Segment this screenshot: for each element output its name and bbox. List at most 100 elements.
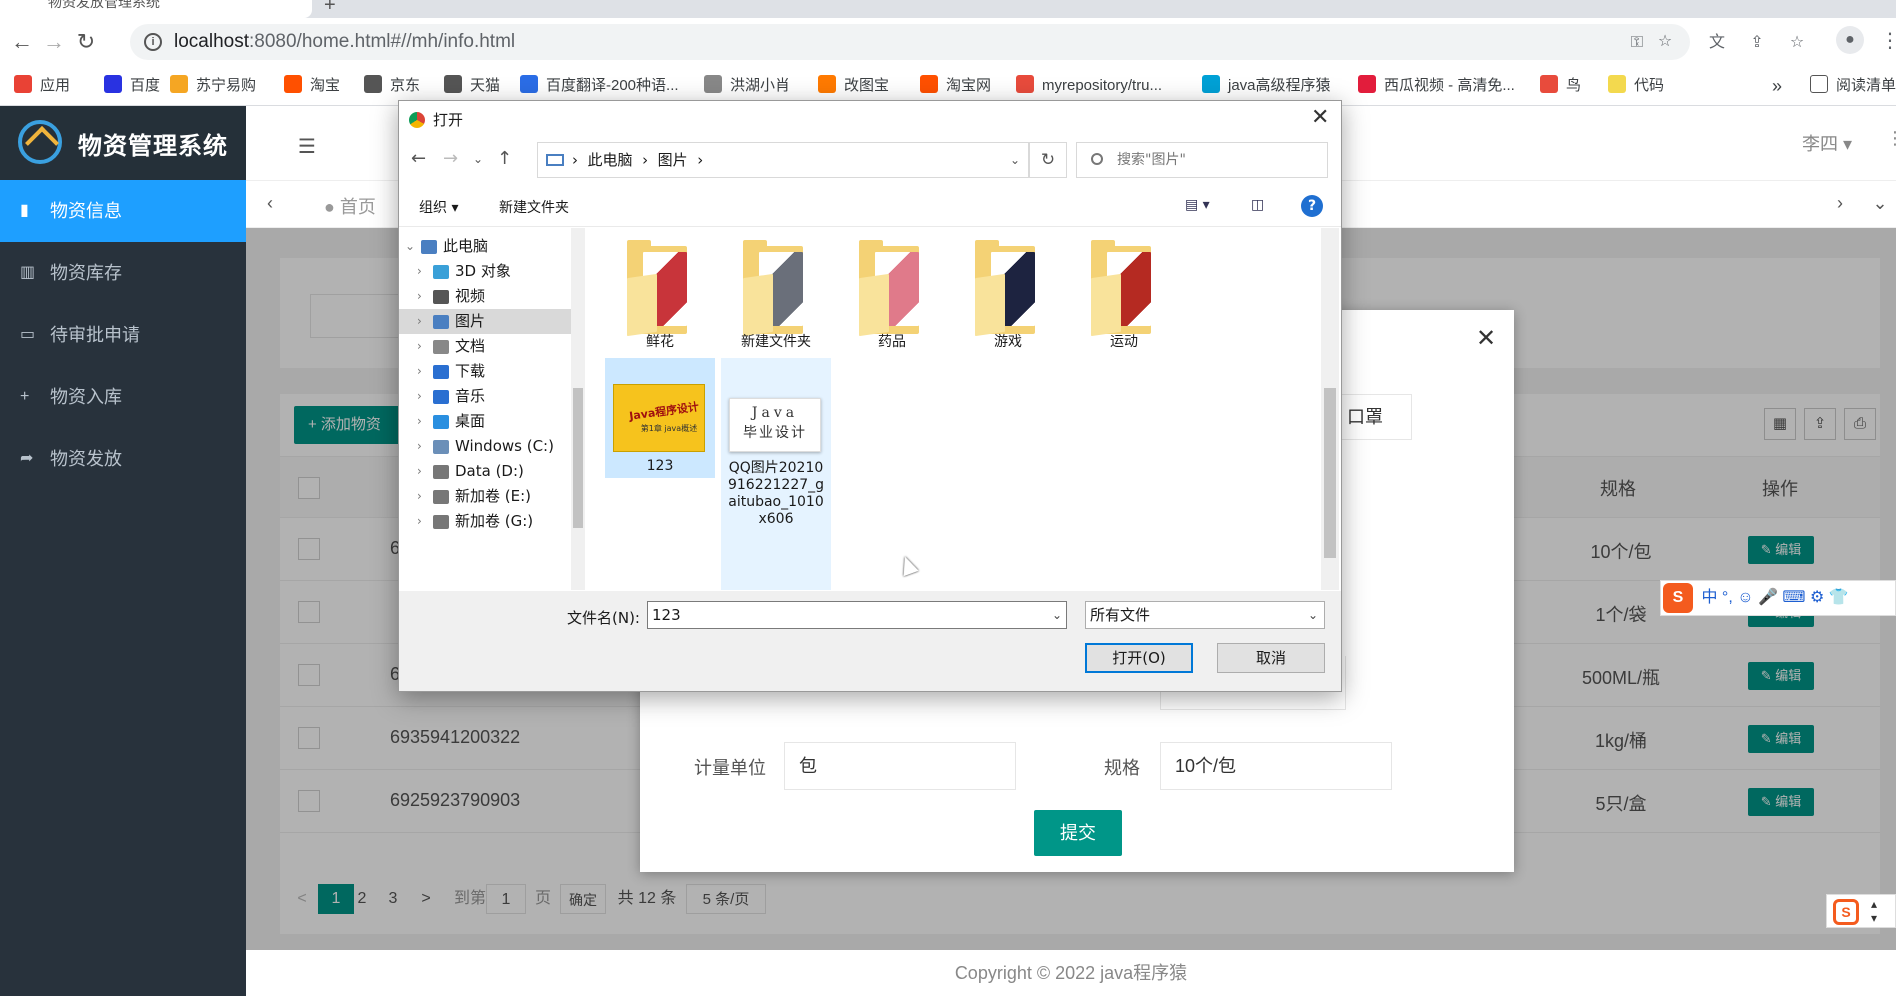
dialog-forward-icon[interactable]: →	[443, 148, 458, 169]
folder-item[interactable]: 运动	[1069, 228, 1179, 356]
translate-icon[interactable]: 文	[1706, 32, 1728, 54]
bookmark-14[interactable]: 代码	[1608, 66, 1664, 106]
tree-item-9[interactable]: › Data (D:)	[399, 459, 571, 484]
tree-expand-icon[interactable]: ›	[417, 334, 422, 359]
tree-expand-icon[interactable]: ›	[417, 484, 422, 509]
filename-dropdown-icon[interactable]: ⌄	[1052, 602, 1062, 628]
dialog-close-icon[interactable]: ✕	[1311, 105, 1329, 130]
ime-emoji-icon[interactable]: ☺	[1737, 589, 1753, 606]
nav-scrollbar[interactable]	[571, 228, 585, 590]
tree-expand-icon[interactable]: ›	[417, 259, 422, 284]
nav-scroll-thumb[interactable]	[573, 388, 583, 528]
forward-icon[interactable]: →	[40, 28, 68, 56]
url-field[interactable]: i localhost:8080/home.html#//mh/info.htm…	[130, 24, 1690, 60]
new-folder-button[interactable]: 新建文件夹	[499, 197, 569, 217]
share-page-icon[interactable]: ⇪	[1746, 32, 1768, 54]
info-icon[interactable]: i	[144, 33, 162, 51]
sidebar-item-1[interactable]: ▥ 物资库存	[0, 242, 246, 304]
folder-item[interactable]: 鲜花	[605, 228, 715, 356]
tabs-prev-icon[interactable]: ‹	[258, 193, 282, 214]
tree-item-4[interactable]: › 文档	[399, 334, 571, 359]
tree-expand-icon[interactable]: ›	[417, 284, 422, 309]
tree-expand-icon[interactable]: ›	[417, 409, 422, 434]
browser-menu-icon[interactable]: ⋮	[1880, 28, 1896, 53]
up-folder-icon[interactable]: ↑	[497, 148, 512, 169]
header-more-icon[interactable]: ⋮	[1886, 128, 1896, 149]
bookmarks-more-icon[interactable]: »	[1772, 66, 1782, 106]
sidebar-item-2[interactable]: ▭ 待审批申请	[0, 304, 246, 366]
file-scrollbar[interactable]	[1321, 228, 1339, 590]
file-scroll-thumb[interactable]	[1324, 388, 1336, 558]
bookmark-1[interactable]: 百度	[104, 66, 160, 106]
sidebar-item-0[interactable]: ▮ 物资信息	[0, 180, 246, 242]
bookmark-12[interactable]: 西瓜视频 - 高清免...	[1358, 66, 1515, 106]
folder-item[interactable]: 药品	[837, 228, 947, 356]
bookmark-3[interactable]: 淘宝	[284, 66, 340, 106]
tree-item-7[interactable]: › 桌面	[399, 409, 571, 434]
tabs-next-icon[interactable]: ›	[1828, 193, 1852, 214]
ime-extra-icon[interactable]: ⚙ 👕	[1810, 589, 1849, 606]
breadcrumb-pc[interactable]: 此电脑	[588, 151, 633, 169]
image-item-qq[interactable]: Java 毕业设计 QQ图片20210916221227_gaitubao_1010…	[721, 358, 831, 590]
sogou-tray-icon[interactable]: S	[1833, 899, 1859, 925]
bookmark-2[interactable]: 苏宁易购	[170, 66, 256, 106]
modal-close-icon[interactable]: ✕	[1476, 324, 1496, 353]
tree-item-5[interactable]: › 下载	[399, 359, 571, 384]
ime-punct-icon[interactable]: °,	[1722, 589, 1733, 606]
tree-item-2[interactable]: › 视频	[399, 284, 571, 309]
folder-item[interactable]: 新建文件夹	[721, 228, 831, 356]
tabs-dropdown-icon[interactable]: ⌄	[1868, 193, 1892, 214]
tree-expand-icon[interactable]: ›	[417, 509, 422, 534]
sidebar-item-3[interactable]: + 物资入库	[0, 366, 246, 428]
preview-pane-icon[interactable]: ◫	[1251, 197, 1264, 213]
sogou-logo-icon[interactable]: S	[1663, 582, 1693, 613]
tree-item-1[interactable]: › 3D 对象	[399, 259, 571, 284]
tree-expand-icon[interactable]: ⌄	[405, 234, 415, 259]
ime-mic-icon[interactable]: 🎤	[1758, 589, 1778, 606]
breadcrumb-pictures[interactable]: 图片	[658, 151, 688, 169]
organize-menu[interactable]: 组织 ▾	[419, 197, 458, 217]
bookmark-0[interactable]: 应用	[14, 66, 70, 106]
tree-item-10[interactable]: › 新加卷 (E:)	[399, 484, 571, 509]
tree-expand-icon[interactable]: ›	[417, 434, 422, 459]
new-tab-icon[interactable]: +	[324, 0, 336, 17]
tree-item-0[interactable]: ⌄ 此电脑	[399, 234, 571, 259]
profile-avatar-icon[interactable]: ●	[1836, 26, 1864, 54]
dialog-back-icon[interactable]: ←	[411, 148, 426, 169]
ime-tray-arrows-icon[interactable]: ▴ ▾	[1871, 897, 1877, 925]
browser-tab[interactable]: 物资发放管理系统 ×	[0, 0, 312, 18]
tree-expand-icon[interactable]: ›	[417, 359, 422, 384]
filetype-select[interactable]: 所有文件 ⌄	[1085, 601, 1325, 629]
tree-expand-icon[interactable]: ›	[417, 384, 422, 409]
image-item-123[interactable]: Java程序设计 第1章 java概述 123	[605, 358, 715, 478]
tree-item-3[interactable]: › 图片	[399, 309, 571, 334]
filetype-dropdown-icon[interactable]: ⌄	[1308, 602, 1318, 628]
filename-input[interactable]: 123 ⌄	[647, 601, 1067, 629]
cancel-button[interactable]: 取消	[1217, 643, 1325, 673]
sidebar-item-4[interactable]: ➦ 物资发放	[0, 428, 246, 490]
tree-item-8[interactable]: › Windows (C:)	[399, 434, 571, 459]
tree-item-6[interactable]: › 音乐	[399, 384, 571, 409]
menu-toggle-icon[interactable]: ☰	[298, 134, 316, 159]
ime-lang-toggle[interactable]: 中	[1701, 589, 1717, 606]
dialog-search-input[interactable]: 搜索"图片"	[1076, 142, 1328, 178]
spec-input[interactable]: 10个/包	[1160, 742, 1392, 790]
unit-input[interactable]: 包	[784, 742, 1016, 790]
reading-list[interactable]: 阅读清单	[1810, 66, 1896, 106]
open-button[interactable]: 打开(O)	[1085, 643, 1193, 673]
star-icon[interactable]: ☆	[1786, 32, 1808, 54]
tab-home[interactable]: ● 首页	[324, 193, 376, 219]
tree-item-11[interactable]: › 新加卷 (G:)	[399, 509, 571, 534]
path-dropdown-icon[interactable]: ⌄	[1010, 143, 1020, 177]
name-field[interactable]: 口罩	[1330, 394, 1412, 440]
view-mode-icon[interactable]: ▤ ▾	[1185, 197, 1210, 213]
help-icon[interactable]: ?	[1301, 195, 1323, 217]
user-menu[interactable]: 李四 ▾	[1802, 130, 1852, 156]
submit-button[interactable]: 提交	[1034, 810, 1122, 856]
bookmark-star-icon[interactable]: ☆	[1654, 31, 1676, 53]
recent-dropdown-icon[interactable]: ⌄	[473, 152, 483, 166]
ime-keyboard-icon[interactable]: ⌨	[1782, 589, 1805, 606]
key-icon[interactable]: ⚿	[1626, 32, 1648, 54]
bookmark-13[interactable]: 鸟	[1540, 66, 1581, 106]
reload-icon[interactable]: ↻	[72, 28, 100, 56]
